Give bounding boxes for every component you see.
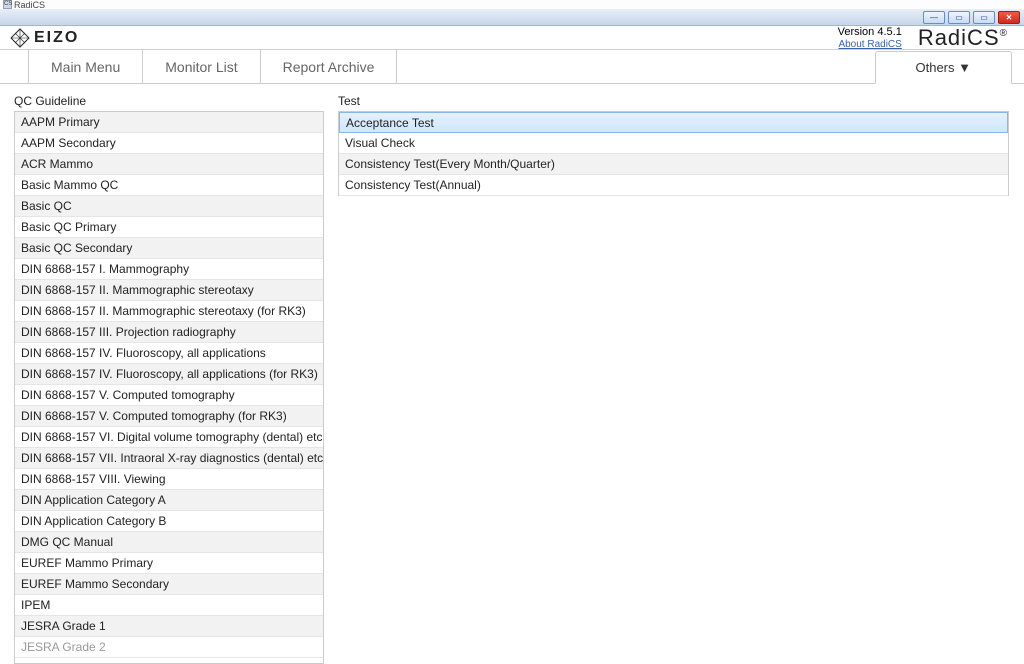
version-text: Version 4.5.1: [838, 26, 902, 38]
guideline-row[interactable]: DMG QC Manual: [15, 532, 323, 553]
test-header: Test: [338, 92, 1009, 111]
tab-report-archive[interactable]: Report Archive: [261, 50, 398, 83]
qc-guideline-list[interactable]: AAPM PrimaryAAPM SecondaryACR MammoBasic…: [14, 111, 324, 664]
app-title: RadiCS: [14, 0, 1024, 10]
eizo-diamond-icon: [10, 28, 30, 48]
version-block: Version 4.5.1 About RadiCS: [838, 26, 902, 50]
guideline-row[interactable]: EUREF Mammo Primary: [15, 553, 323, 574]
guideline-row[interactable]: DIN 6868-157 V. Computed tomography: [15, 385, 323, 406]
tab-monitor-list[interactable]: Monitor List: [143, 50, 260, 83]
test-row[interactable]: Visual Check: [339, 133, 1008, 154]
guideline-row[interactable]: Basic Mammo QC: [15, 175, 323, 196]
test-row[interactable]: Acceptance Test: [339, 112, 1008, 133]
guideline-row[interactable]: DIN 6868-157 VI. Digital volume tomograp…: [15, 427, 323, 448]
guideline-row[interactable]: JESRA Grade 1: [15, 616, 323, 637]
app-header: EIZO Version 4.5.1 About RadiCS RadiCS: [0, 26, 1024, 50]
guideline-row[interactable]: DIN 6868-157 IV. Fluoroscopy, all applic…: [15, 364, 323, 385]
os-window-controls: — ▭ ▭ ✕: [0, 9, 1024, 26]
guideline-row[interactable]: DIN 6868-157 IV. Fluoroscopy, all applic…: [15, 343, 323, 364]
guideline-row[interactable]: DIN 6868-157 II. Mammographic stereotaxy: [15, 280, 323, 301]
test-list[interactable]: Acceptance TestVisual CheckConsistency T…: [338, 111, 1009, 196]
about-link[interactable]: About RadiCS: [838, 39, 901, 50]
tab-main-menu[interactable]: Main Menu: [28, 50, 143, 83]
guideline-row[interactable]: DIN Application Category A: [15, 490, 323, 511]
maximize-button[interactable]: ▭: [973, 11, 995, 24]
guideline-row[interactable]: AAPM Primary: [15, 112, 323, 133]
guideline-row[interactable]: ACR Mammo: [15, 154, 323, 175]
guideline-row[interactable]: AAPM Secondary: [15, 133, 323, 154]
guideline-row[interactable]: DIN 6868-157 II. Mammographic stereotaxy…: [15, 301, 323, 322]
guideline-row[interactable]: DIN 6868-157 VIII. Viewing: [15, 469, 323, 490]
guideline-row[interactable]: DIN 6868-157 I. Mammography: [15, 259, 323, 280]
guideline-row[interactable]: DIN 6868-157 V. Computed tomography (for…: [15, 406, 323, 427]
qc-guideline-header: QC Guideline: [14, 92, 324, 111]
guideline-row[interactable]: Basic QC: [15, 196, 323, 217]
guideline-row[interactable]: DIN 6868-157 III. Projection radiography: [15, 322, 323, 343]
eizo-logo: EIZO: [10, 28, 79, 48]
close-button[interactable]: ✕: [998, 11, 1020, 24]
guideline-row[interactable]: IPEM: [15, 595, 323, 616]
main-nav: Main MenuMonitor ListReport Archive Othe…: [0, 50, 1024, 84]
guideline-row[interactable]: EUREF Mammo Secondary: [15, 574, 323, 595]
test-row[interactable]: Consistency Test(Every Month/Quarter): [339, 154, 1008, 175]
guideline-row[interactable]: Basic QC Primary: [15, 217, 323, 238]
app-icon: CS: [3, 0, 12, 9]
app-titlebar: CS RadiCS: [0, 0, 1024, 9]
minimize-button[interactable]: —: [923, 11, 945, 24]
main-content: QC Guideline AAPM PrimaryAAPM SecondaryA…: [0, 84, 1024, 664]
tab-others[interactable]: Others ▼: [875, 51, 1013, 84]
guideline-row[interactable]: DIN 6868-157 VII. Intraoral X-ray diagno…: [15, 448, 323, 469]
test-row[interactable]: Consistency Test(Annual): [339, 175, 1008, 196]
eizo-text: EIZO: [34, 29, 79, 47]
guideline-row[interactable]: JESRA Grade 2: [15, 637, 323, 658]
guideline-row[interactable]: Basic QC Secondary: [15, 238, 323, 259]
restore-button[interactable]: ▭: [948, 11, 970, 24]
radics-brand: RadiCS: [918, 25, 1008, 51]
guideline-row[interactable]: DIN Application Category B: [15, 511, 323, 532]
